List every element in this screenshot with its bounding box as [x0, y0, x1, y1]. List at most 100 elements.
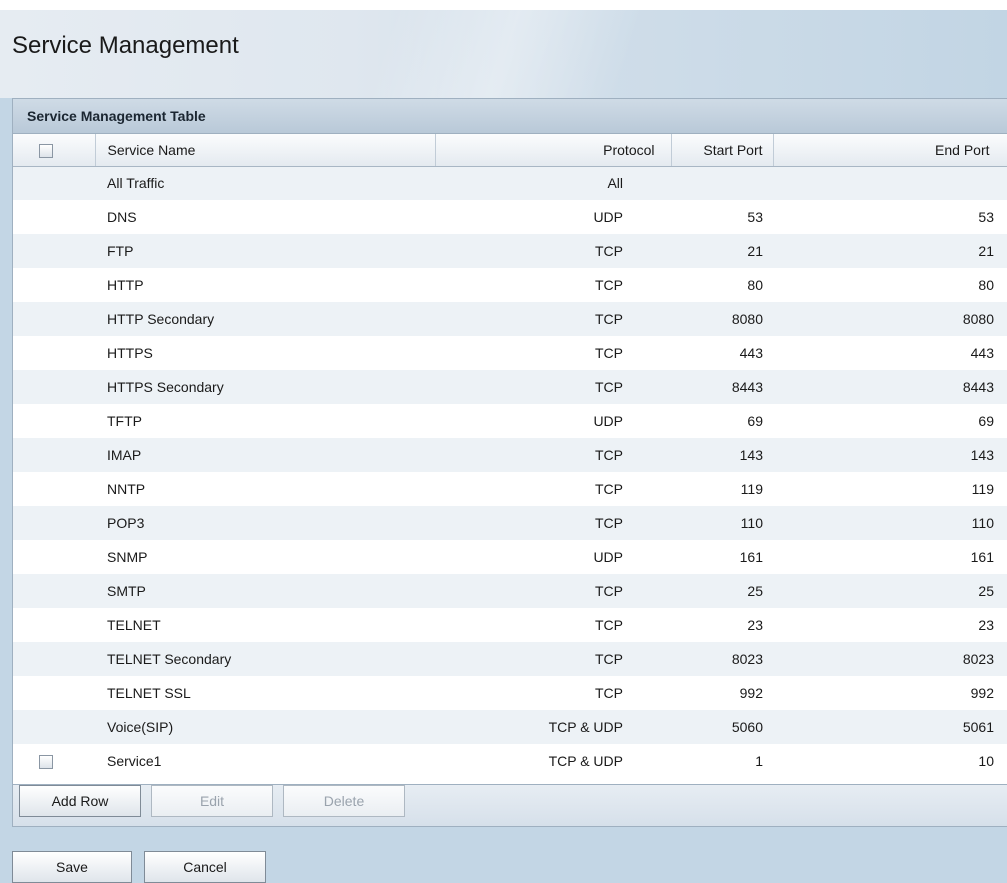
protocol-cell: UDP [593, 413, 623, 429]
table-row[interactable]: TFTP UDP 69 69 [13, 404, 1007, 438]
row-select-cell [13, 370, 95, 404]
service-name-cell: TELNET Secondary [107, 651, 232, 667]
end-port-cell: 161 [970, 549, 994, 565]
protocol-cell: UDP [593, 209, 623, 225]
start-port-cell: 8443 [731, 379, 763, 395]
add-row-button[interactable]: Add Row [19, 785, 141, 817]
start-port-cell: 53 [747, 209, 763, 225]
column-header-protocol[interactable]: Protocol [435, 134, 672, 167]
service-name-cell: IMAP [107, 447, 142, 463]
service-name-cell: SNMP [107, 549, 148, 565]
end-port-cell: 21 [978, 243, 994, 259]
table-row[interactable]: Service1 TCP & UDP 1 10 [13, 744, 1007, 778]
row-select-cell [13, 710, 95, 744]
row-select-cell [13, 336, 95, 370]
table-row[interactable]: HTTP Secondary TCP 8080 8080 [13, 302, 1007, 336]
start-port-cell: 5060 [731, 719, 763, 735]
service-name-cell: SMTP [107, 583, 146, 599]
row-select-cell [13, 744, 95, 778]
table-row[interactable]: TELNET Secondary TCP 8023 8023 [13, 642, 1007, 676]
protocol-cell: All [607, 175, 623, 192]
table-row[interactable]: HTTPS Secondary TCP 8443 8443 [13, 370, 1007, 404]
end-port-cell: 80 [978, 277, 994, 293]
delete-button[interactable]: Delete [283, 785, 405, 817]
row-select-cell [13, 166, 95, 200]
start-port-cell [671, 166, 773, 200]
start-port-cell: 161 [739, 549, 763, 565]
start-port-cell: 443 [739, 345, 763, 361]
end-port-cell: 69 [978, 413, 994, 429]
protocol-cell: TCP [595, 617, 623, 633]
service-name-cell: Voice(SIP) [107, 719, 174, 735]
row-select-cell [13, 506, 95, 540]
table-row[interactable]: SMTP TCP 25 25 [13, 574, 1007, 608]
protocol-cell: TCP [595, 651, 623, 667]
end-port-cell: 8443 [962, 379, 994, 395]
protocol-cell: TCP [595, 277, 623, 293]
row-select-cell [13, 234, 95, 268]
protocol-cell: TCP [595, 345, 623, 361]
service-management-table-panel: Service Management Table Service Name Pr… [12, 98, 1007, 827]
table-row[interactable]: Voice(SIP) TCP & UDP 5060 5061 [13, 710, 1007, 744]
column-header-start-port[interactable]: Start Port [671, 134, 774, 167]
protocol-cell: TCP & UDP [548, 719, 623, 735]
end-port-cell [773, 166, 1007, 200]
service-table: Service Name Protocol Start Port End Por… [13, 134, 1007, 778]
service-name-cell: HTTPS Secondary [107, 379, 224, 395]
table-row[interactable]: HTTP TCP 80 80 [13, 268, 1007, 302]
row-select-cell [13, 676, 95, 710]
service-name-cell: NNTP [107, 481, 146, 497]
protocol-cell: TCP [595, 685, 623, 701]
row-select-cell [13, 302, 95, 336]
form-actions: Save Cancel [0, 839, 1007, 883]
column-header-end-port[interactable]: End Port [773, 134, 1007, 167]
protocol-cell: TCP [595, 243, 623, 259]
row-checkbox[interactable] [39, 755, 53, 770]
end-port-cell: 119 [971, 481, 994, 497]
table-row[interactable]: HTTPS TCP 443 443 [13, 336, 1007, 370]
cancel-button[interactable]: Cancel [144, 851, 266, 883]
start-port-cell: 1 [755, 753, 763, 769]
protocol-cell: TCP [595, 481, 623, 497]
start-port-cell: 25 [747, 583, 763, 599]
table-toolbar: Add Row Edit Delete [13, 784, 1007, 826]
page-header: Service Management [0, 10, 1007, 98]
table-row[interactable]: SNMP UDP 161 161 [13, 540, 1007, 574]
table-row[interactable]: IMAP TCP 143 143 [13, 438, 1007, 472]
table-header-row: Service Name Protocol Start Port End Por… [13, 134, 1007, 167]
row-select-cell [13, 472, 95, 506]
row-select-cell [13, 608, 95, 642]
start-port-cell: 69 [747, 413, 763, 429]
service-name-cell: FTP [107, 243, 134, 259]
table-row[interactable]: POP3 TCP 110 110 [13, 506, 1007, 540]
end-port-cell: 8023 [962, 651, 994, 667]
end-port-cell: 25 [978, 583, 994, 599]
service-name-cell: HTTPS [107, 345, 153, 361]
protocol-cell: TCP [595, 379, 623, 395]
protocol-cell: TCP [595, 583, 623, 599]
start-port-cell: 992 [739, 685, 763, 701]
table-row[interactable]: All Traffic All [13, 166, 1007, 200]
end-port-cell: 443 [970, 345, 994, 361]
protocol-cell: TCP [595, 447, 623, 463]
header-decoration [365, 10, 645, 98]
end-port-cell: 10 [978, 753, 994, 769]
column-header-service-name[interactable]: Service Name [95, 134, 436, 167]
service-name-cell: DNS [107, 209, 137, 225]
save-button[interactable]: Save [12, 851, 132, 883]
row-select-cell [13, 438, 95, 472]
row-select-cell [13, 540, 95, 574]
table-row[interactable]: DNS UDP 53 53 [13, 200, 1007, 234]
table-row[interactable]: TELNET TCP 23 23 [13, 608, 1007, 642]
select-all-cell [13, 134, 96, 167]
table-row[interactable]: TELNET SSL TCP 992 992 [13, 676, 1007, 710]
end-port-cell: 8080 [962, 311, 994, 327]
service-name-cell: TELNET SSL [107, 685, 191, 701]
table-row[interactable]: FTP TCP 21 21 [13, 234, 1007, 268]
start-port-cell: 21 [747, 243, 763, 259]
start-port-cell: 80 [747, 277, 763, 293]
end-port-cell: 23 [978, 617, 994, 633]
table-row[interactable]: NNTP TCP 119 119 [13, 472, 1007, 506]
edit-button[interactable]: Edit [151, 785, 273, 817]
select-all-checkbox[interactable] [39, 143, 53, 158]
